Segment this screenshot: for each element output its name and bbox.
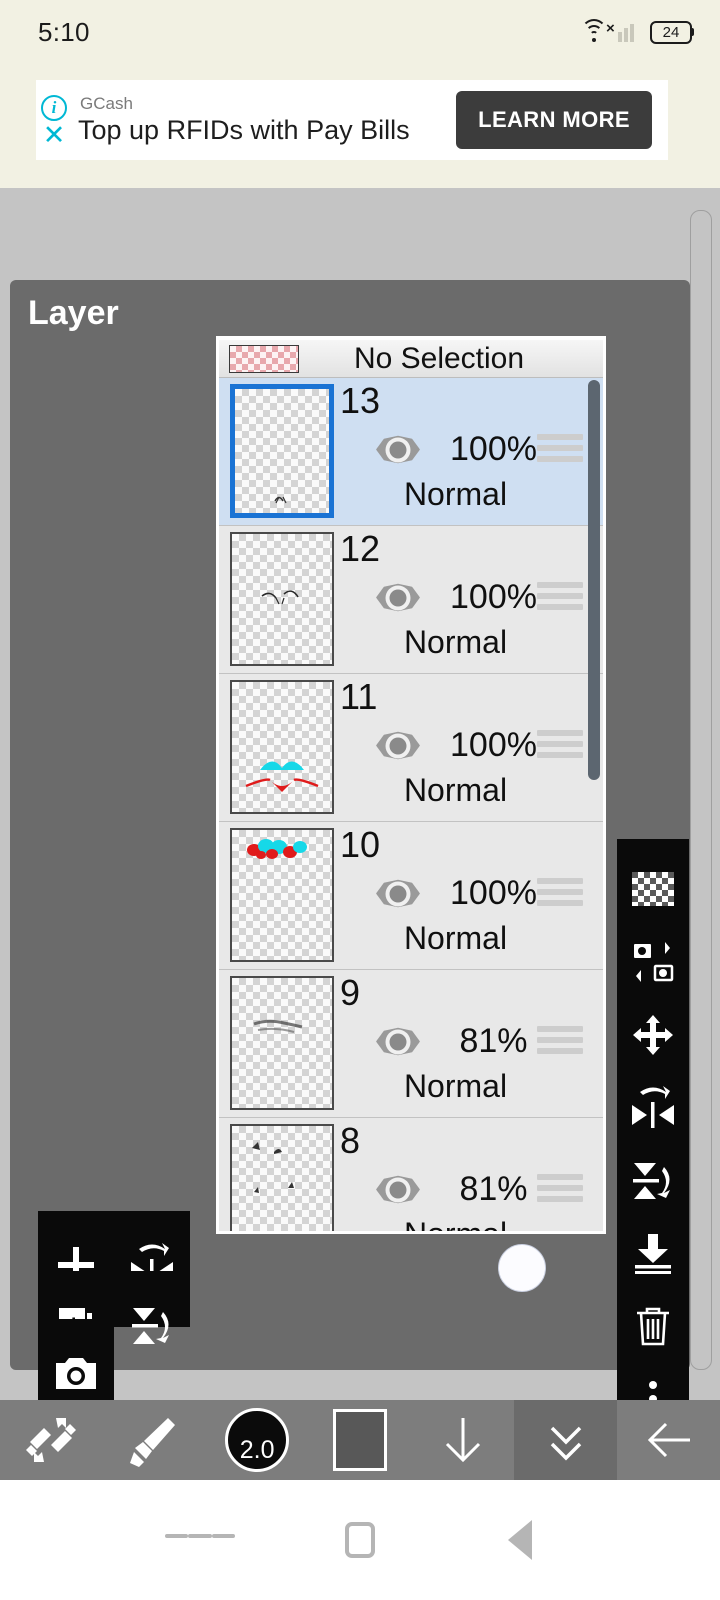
layer-drag-handle[interactable] <box>537 434 583 467</box>
layer-list-container: No Selection 13 100% Normal 12 100% Norm… <box>216 336 606 1234</box>
layer-row[interactable]: 12 100% Normal <box>219 526 603 674</box>
layer-row[interactable]: 8 81% Normal <box>219 1118 603 1231</box>
download-icon[interactable] <box>411 1400 514 1480</box>
layer-blend-mode: Normal <box>403 476 508 512</box>
flip-vertical-icon[interactable] <box>617 1144 689 1217</box>
home-icon[interactable] <box>325 1505 395 1575</box>
delete-layer-icon[interactable] <box>617 1290 689 1363</box>
layer-list[interactable]: No Selection 13 100% Normal 12 100% Norm… <box>219 340 603 1231</box>
layer-thumbnail[interactable] <box>230 680 334 814</box>
brush-size-value: 2.0 <box>225 1408 290 1472</box>
transparency-checker-icon[interactable] <box>617 853 689 926</box>
layer-thumbnail[interactable] <box>230 384 334 518</box>
status-icons: × 24 <box>580 19 692 44</box>
layer-blend-mode: Normal <box>334 1216 603 1231</box>
merge-down-icon[interactable] <box>617 1217 689 1290</box>
layer-list-scrollbar[interactable] <box>588 380 600 780</box>
layer-name: 10 <box>340 824 381 865</box>
undo-redo-icon[interactable] <box>0 1400 103 1480</box>
brush-icon[interactable] <box>103 1400 206 1480</box>
layer-info: 10 100% Normal <box>334 824 603 962</box>
ad-controls: i ✕ <box>36 80 80 160</box>
brush-size-button[interactable]: 2.0 <box>206 1400 309 1480</box>
layer-drag-handle[interactable] <box>537 730 583 763</box>
battery-icon: 24 <box>650 20 692 44</box>
layer-row[interactable]: 11 100% Normal <box>219 674 603 822</box>
selection-thumbnail <box>229 344 299 373</box>
selection-label: No Selection <box>353 341 525 375</box>
layer-thumbnail[interactable] <box>230 828 334 962</box>
selection-row[interactable]: No Selection <box>219 340 603 378</box>
touch-indicator <box>498 1244 546 1292</box>
layer-blend-mode: Normal <box>403 920 508 956</box>
back-icon[interactable] <box>485 1505 555 1575</box>
swap-layers-icon[interactable] <box>617 926 689 999</box>
layer-name: 13 <box>340 380 381 421</box>
layer-name: 12 <box>340 528 381 569</box>
ad-banner[interactable]: i ✕ GCash Top up RFIDs with Pay Bills LE… <box>36 80 668 160</box>
layer-visibility-icon[interactable] <box>376 879 420 909</box>
signal-icon: × <box>606 20 640 42</box>
layer-thumbnail[interactable] <box>230 532 334 666</box>
close-icon[interactable]: ✕ <box>43 122 66 149</box>
collapse-icon[interactable] <box>514 1400 618 1480</box>
layer-thumbnail[interactable] <box>230 976 334 1110</box>
ad-headline: Top up RFIDs with Pay Bills <box>78 115 410 145</box>
layer-info: 9 81% Normal <box>334 972 603 1110</box>
layer-name: 9 <box>340 972 361 1013</box>
layer-blend-mode: Normal <box>403 624 508 660</box>
menu-icon[interactable] <box>165 1505 235 1575</box>
layer-drag-handle[interactable] <box>537 1174 583 1207</box>
layer-panel: Layer No Selection 13 100% Normal 12 100… <box>10 280 690 1370</box>
layer-visibility-icon[interactable] <box>376 1175 420 1205</box>
back-icon[interactable] <box>617 1400 720 1480</box>
page-title: Layer <box>28 294 119 332</box>
layer-thumbnail[interactable] <box>230 1124 334 1231</box>
ad-cta-button[interactable]: LEARN MORE <box>456 91 652 149</box>
layer-actions-toolbar <box>617 839 689 1435</box>
panel-edge-decoration <box>690 210 712 1370</box>
layer-info: 12 100% Normal <box>334 528 603 666</box>
layer-info: 8 81% Normal <box>334 1120 603 1231</box>
layer-drag-handle[interactable] <box>537 582 583 615</box>
flip-vertical-icon[interactable] <box>114 1271 190 1379</box>
color-swatch[interactable] <box>309 1400 412 1480</box>
status-bar: 5:10 × 24 <box>0 0 720 64</box>
layer-blend-mode: Normal <box>403 772 508 808</box>
layer-drag-handle[interactable] <box>537 878 583 911</box>
ad-text: GCash Top up RFIDs with Pay Bills <box>78 94 410 146</box>
status-clock: 5:10 <box>38 16 90 47</box>
android-nav-bar <box>0 1480 720 1600</box>
layer-info: 13 100% Normal <box>334 380 603 518</box>
layer-visibility-icon[interactable] <box>376 731 420 761</box>
bottom-toolbar: 2.0 <box>0 1400 720 1480</box>
layer-visibility-icon[interactable] <box>376 435 420 465</box>
layer-row[interactable]: 9 81% Normal <box>219 970 603 1118</box>
info-icon[interactable]: i <box>41 95 67 121</box>
layer-blend-mode: Normal <box>403 1068 508 1104</box>
layer-name: 8 <box>340 1120 361 1161</box>
ad-advertiser: GCash <box>80 94 133 113</box>
layer-row[interactable]: 13 100% Normal <box>219 378 603 526</box>
layer-drag-handle[interactable] <box>537 1026 583 1059</box>
move-icon[interactable] <box>617 999 689 1072</box>
app-root: Layer No Selection 13 100% Normal 12 100… <box>0 188 720 1600</box>
layer-visibility-icon[interactable] <box>376 583 420 613</box>
layer-name: 11 <box>340 676 378 717</box>
flip-horizontal-icon[interactable] <box>617 1071 689 1144</box>
layer-row[interactable]: 10 100% Normal <box>219 822 603 970</box>
layer-visibility-icon[interactable] <box>376 1027 420 1057</box>
wifi-icon <box>580 19 608 43</box>
layer-info: 11 100% Normal <box>334 676 603 814</box>
